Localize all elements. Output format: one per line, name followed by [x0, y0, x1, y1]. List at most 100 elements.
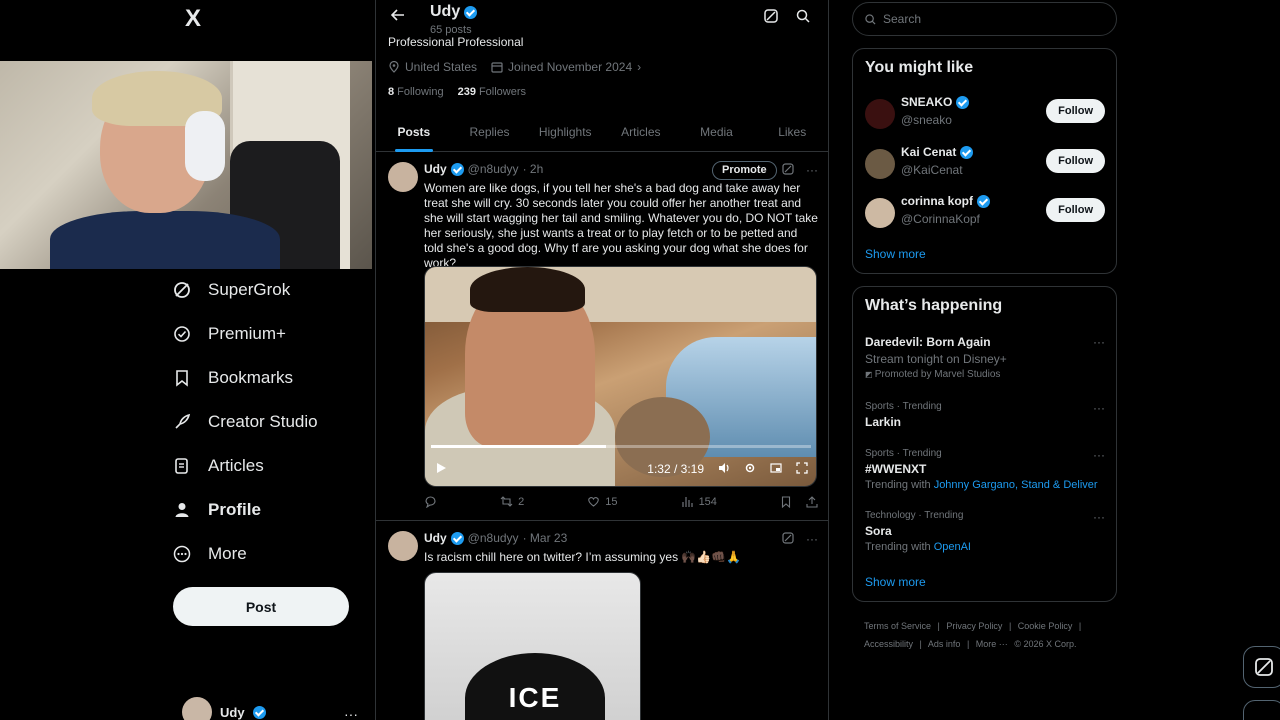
post-button[interactable]: Post: [173, 587, 349, 626]
nav-label: Bookmarks: [208, 368, 294, 387]
trend-item[interactable]: Daredevil: Born Again Stream tonight on …: [865, 335, 1105, 380]
nav-item-creator-studio[interactable]: Creator Studio: [172, 400, 318, 444]
tab-likes[interactable]: Likes: [754, 114, 828, 151]
footer-link-ads[interactable]: Ads info: [928, 639, 961, 649]
tweet-author-name[interactable]: Udy: [424, 162, 447, 176]
more-dots-icon[interactable]: ···: [1093, 448, 1105, 462]
user-handle: @CorinnaKopf: [901, 212, 980, 226]
trend-item[interactable]: Sports · Trending #WWENXT Trending with …: [865, 448, 1105, 491]
account-switcher[interactable]: Udy: [182, 697, 266, 720]
tab-posts[interactable]: Posts: [376, 114, 452, 151]
views-button[interactable]: 154: [681, 495, 717, 508]
nav-item-articles[interactable]: Articles: [172, 444, 318, 488]
trend-link[interactable]: Johnny Gargano, Stand & Deliver: [934, 479, 1098, 491]
tweet-handle[interactable]: @n8udyy: [468, 531, 519, 545]
nav-item-profile[interactable]: Profile: [172, 488, 318, 532]
avatar[interactable]: [388, 162, 418, 192]
avatar[interactable]: [865, 198, 895, 228]
headset: [185, 111, 225, 181]
show-more-link[interactable]: Show more: [865, 247, 926, 261]
share-icon[interactable]: [806, 495, 818, 508]
footer-link-more[interactable]: More ···: [976, 639, 1008, 649]
tweet-header: Udy @n8udyy · 2h: [424, 162, 543, 176]
footer-link-privacy[interactable]: Privacy Policy: [946, 621, 1002, 631]
promote-button[interactable]: Promote: [712, 161, 777, 180]
tweet-time[interactable]: · Mar 23: [523, 531, 568, 545]
avatar[interactable]: [388, 531, 418, 561]
messages-floating-button[interactable]: [1243, 700, 1280, 720]
suggested-user[interactable]: SNEAKO @sneako Follow: [865, 95, 1105, 135]
search-icon: [865, 13, 876, 25]
footer-separator: |: [1008, 621, 1012, 631]
back-arrow-icon[interactable]: [388, 8, 408, 28]
tab-replies[interactable]: Replies: [452, 114, 528, 151]
suggested-user[interactable]: corinna kopf @CorinnaKopf Follow: [865, 194, 1105, 234]
nav-item-supergrok[interactable]: SuperGrok: [172, 268, 318, 312]
grok-icon: [172, 280, 192, 300]
trend-item[interactable]: Technology · Trending Sora Trending with…: [865, 510, 1105, 553]
tweet-time[interactable]: · 2h: [523, 162, 544, 176]
tweet-top-icons: ···: [782, 532, 818, 547]
tweet-author-name[interactable]: Udy: [424, 531, 447, 545]
x-logo-icon[interactable]: X: [180, 6, 206, 32]
search-icon[interactable]: [796, 9, 810, 28]
footer-link-terms[interactable]: Terms of Service: [864, 621, 931, 631]
avatar[interactable]: [865, 149, 895, 179]
footer-separator: |: [966, 639, 970, 649]
grok-icon[interactable]: [764, 9, 778, 28]
follow-button[interactable]: Follow: [1046, 99, 1105, 123]
account-more-icon[interactable]: ···: [344, 706, 358, 720]
footer-link-accessibility[interactable]: Accessibility: [864, 639, 913, 649]
tweet-text: Is racism chill here on twitter? I’m ass…: [424, 550, 742, 564]
trend-category: Sports · Trending: [865, 401, 942, 412]
user-name: corinna kopf: [901, 194, 991, 208]
reply-button[interactable]: [424, 495, 437, 508]
tab-articles[interactable]: Articles: [603, 114, 679, 151]
pip-icon[interactable]: [770, 462, 782, 477]
show-more-link[interactable]: Show more: [865, 575, 926, 589]
search-bar[interactable]: [852, 2, 1117, 36]
bookmark-icon[interactable]: [780, 495, 792, 508]
nav-item-more[interactable]: More: [172, 532, 318, 576]
more-dots-icon[interactable]: ···: [806, 163, 818, 178]
articles-icon: [172, 456, 192, 476]
more-dots-icon[interactable]: ···: [1093, 510, 1105, 524]
settings-gear-icon[interactable]: [744, 462, 756, 477]
tweet[interactable]: Udy @n8udyy · Mar 23 ··· Is racism chill…: [376, 522, 828, 720]
following-link[interactable]: 8 Following: [388, 86, 444, 98]
footer-links: Terms of Service | Privacy Policy | Cook…: [864, 617, 1114, 653]
followers-link[interactable]: 239 Followers: [458, 86, 526, 98]
suggested-user[interactable]: Kai Cenat @KaiCenat Follow: [865, 145, 1105, 185]
follow-button[interactable]: Follow: [1046, 198, 1105, 222]
trend-item[interactable]: Sports · Trending Larkin ···: [865, 401, 1105, 429]
tweet-handle[interactable]: @n8udyy: [468, 162, 519, 176]
volume-icon[interactable]: [718, 462, 730, 477]
nav-item-bookmarks[interactable]: Bookmarks: [172, 356, 318, 400]
app-root: X SuperGrok Premium+ Bookmarks Creator S…: [0, 0, 1280, 720]
video-player[interactable]: 1:32 / 3:19: [424, 266, 817, 487]
grok-floating-button[interactable]: [1243, 646, 1280, 688]
section-title: What’s happening: [865, 297, 1003, 314]
more-dots-icon[interactable]: ···: [1093, 335, 1105, 349]
grok-icon[interactable]: [782, 163, 794, 178]
trend-link[interactable]: OpenAI: [934, 541, 971, 553]
avatar[interactable]: [865, 99, 895, 129]
more-dots-icon[interactable]: ···: [806, 532, 818, 547]
like-button[interactable]: 15: [587, 495, 618, 508]
search-input[interactable]: [883, 12, 1103, 26]
nav-item-premium[interactable]: Premium+: [172, 312, 318, 356]
play-icon[interactable]: [435, 462, 447, 477]
grok-icon[interactable]: [782, 532, 794, 547]
tweet[interactable]: Udy @n8udyy · 2h Promote ··· Women are l…: [376, 153, 828, 521]
footer-link-cookie[interactable]: Cookie Policy: [1018, 621, 1073, 631]
tweet-image[interactable]: ICE: [424, 572, 641, 720]
nav-label: Creator Studio: [208, 412, 318, 431]
video-progress-bar[interactable]: [431, 445, 811, 448]
chevron-right-icon[interactable]: ›: [637, 60, 641, 74]
tab-highlights[interactable]: Highlights: [527, 114, 603, 151]
retweet-button[interactable]: 2: [500, 495, 524, 508]
more-dots-icon[interactable]: ···: [1093, 401, 1105, 415]
fullscreen-icon[interactable]: [796, 461, 808, 477]
follow-button[interactable]: Follow: [1046, 149, 1105, 173]
tab-media[interactable]: Media: [679, 114, 755, 151]
